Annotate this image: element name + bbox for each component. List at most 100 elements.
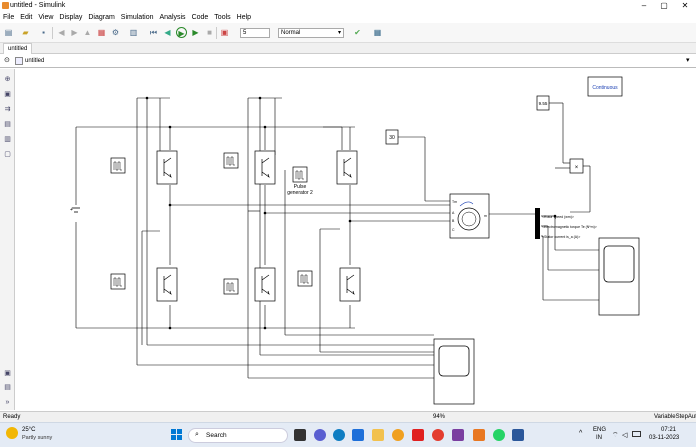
constant-9-55[interactable]: 9.55 [536, 95, 550, 111]
back-icon[interactable]: ◀ [56, 27, 67, 38]
breadcrumb[interactable]: untitled [15, 56, 44, 66]
chrome-icon[interactable] [432, 429, 444, 441]
port-m: m [484, 214, 487, 218]
taskbar-search-box[interactable]: ⌕ Search [188, 428, 288, 443]
menu-display[interactable]: Display [56, 12, 85, 23]
toolbar: ▤ ▰ ▪ ◀ ▶ ▲ ▦ ⚙ ▥ ⏮ ◀ ▶ ▶ ■ ▣ 5 Normal ▾ … [0, 23, 696, 43]
window-title: untitled - Simulink [10, 2, 66, 9]
data-inspector-icon[interactable]: ▣ [219, 27, 230, 38]
left-palette: ⊕ ▣ ⇉ ▤ ▥ ▢ ▣ ▤ » [0, 69, 15, 410]
scope-motor[interactable] [598, 237, 640, 316]
model-canvas[interactable]: + Pulse generator 2 Continuous 9.55 30 ×… [16, 69, 696, 410]
stop-time-input[interactable]: 5 [240, 28, 270, 38]
igbt-switch-3[interactable] [336, 150, 358, 185]
simulink-app-icon [2, 2, 9, 9]
pulse-generator-6[interactable] [297, 270, 313, 287]
pulse-generator-2[interactable] [223, 152, 239, 169]
taskbar: 25°C Partly sunny ⌕ Search ^ ENG IN ⌔ ◁ … [0, 422, 696, 447]
up-icon[interactable]: ▲ [82, 27, 93, 38]
library-browser-icon[interactable]: ▦ [96, 27, 107, 38]
igbt-switch-2[interactable] [254, 150, 276, 185]
explorer-bar-icon[interactable]: ▤ [3, 383, 12, 392]
store-icon[interactable] [352, 429, 364, 441]
language-bottom[interactable]: IN [596, 435, 602, 441]
maximize-button[interactable]: ▢ [654, 0, 674, 12]
youtube-icon[interactable] [412, 429, 424, 441]
weather-icon[interactable] [6, 427, 18, 439]
pulse-generator-1[interactable] [110, 157, 126, 174]
menu-edit[interactable]: Edit [17, 12, 35, 23]
constant-30[interactable]: 30 [385, 129, 399, 145]
menu-view[interactable]: View [35, 12, 56, 23]
start-icon[interactable] [171, 429, 183, 441]
fit-view-icon[interactable]: ▣ [3, 90, 12, 99]
onenote-icon[interactable] [452, 429, 464, 441]
volume-icon[interactable]: ◁ [622, 431, 627, 439]
clock-date[interactable]: 03-11-2023 [649, 435, 679, 441]
hide-browser-icon[interactable]: ⊙ [4, 56, 10, 64]
stop-icon[interactable]: ■ [204, 27, 215, 38]
menu-code[interactable]: Code [189, 12, 212, 23]
step-back2-icon[interactable]: ◀ [162, 27, 173, 38]
simulation-mode-value: Normal [281, 30, 301, 36]
save-icon[interactable]: ▪ [38, 27, 49, 38]
model-advisor-icon[interactable]: ✔ [352, 27, 363, 38]
menu-file[interactable]: File [0, 12, 17, 23]
menu-analysis[interactable]: Analysis [156, 12, 188, 23]
igbt-switch-4[interactable] [156, 267, 178, 302]
chevron-up-icon[interactable]: ^ [579, 430, 582, 437]
svg-text:+: + [70, 207, 73, 213]
close-button[interactable]: ✕ [675, 0, 695, 12]
screenshot-icon[interactable]: ▣ [3, 369, 12, 378]
open-folder-icon[interactable]: ▰ [20, 27, 31, 38]
task-view-icon[interactable] [294, 429, 306, 441]
dc-voltage-source[interactable]: + [70, 207, 80, 213]
minimize-button[interactable]: – [634, 0, 654, 12]
annotation-icon[interactable]: ▤ [3, 120, 12, 129]
file-explorer-icon[interactable] [372, 429, 384, 441]
menu-tools[interactable]: Tools [211, 12, 233, 23]
area-icon[interactable]: ▢ [3, 150, 12, 159]
zoom-icon[interactable]: ⊕ [3, 75, 12, 84]
model-settings-icon[interactable]: ⚙ [110, 27, 121, 38]
igbt-switch-1[interactable] [156, 150, 178, 185]
chevron-down-icon[interactable]: ▾ [686, 56, 690, 64]
model-explorer-icon[interactable]: ▥ [128, 27, 139, 38]
edge-icon[interactable] [333, 429, 345, 441]
pulse-generator-3[interactable] [292, 166, 308, 183]
weather-temp: 25°C [22, 427, 36, 433]
powergui-block[interactable]: Continuous [587, 76, 623, 97]
step-back-icon[interactable]: ⏮ [148, 27, 159, 38]
wifi-icon[interactable]: ⌔ [612, 431, 619, 440]
igbt-switch-5[interactable] [254, 267, 276, 302]
whatsapp-icon[interactable] [493, 429, 505, 441]
arrow-icon[interactable]: ⇉ [3, 105, 12, 114]
step-forward-icon[interactable]: ▶ [190, 27, 201, 38]
pulse-generator-4[interactable] [110, 273, 126, 290]
new-model-icon[interactable]: ▤ [3, 27, 14, 38]
pulse-generator-5[interactable] [223, 278, 239, 295]
language-top[interactable]: ENG [593, 427, 606, 433]
expand-icon[interactable]: » [3, 398, 12, 407]
bus-selector[interactable]: <Rotor speed (wm)> <Electromagnetic torq… [535, 208, 597, 239]
simulation-mode-select[interactable]: Normal ▾ [278, 28, 344, 38]
battery-icon[interactable] [632, 431, 641, 437]
igbt-switch-6[interactable] [339, 267, 361, 302]
word-icon[interactable] [512, 429, 524, 441]
menu-help[interactable]: Help [234, 12, 254, 23]
grid-icon[interactable]: ▦ [372, 27, 383, 38]
run-icon[interactable]: ▶ [176, 27, 187, 38]
clock-time[interactable]: 07:21 [661, 427, 676, 433]
weather-desc: Partly sunny [22, 435, 53, 441]
image-icon[interactable]: ▥ [3, 135, 12, 144]
matlab-icon[interactable] [473, 429, 485, 441]
teams-icon[interactable] [314, 429, 326, 441]
asynchronous-machine[interactable]: Tm A B C m [449, 193, 490, 239]
forward-icon[interactable]: ▶ [69, 27, 80, 38]
tab-untitled[interactable]: untitled [3, 43, 33, 54]
menu-diagram[interactable]: Diagram [85, 12, 117, 23]
product-block[interactable]: × [569, 158, 584, 174]
menu-simulation[interactable]: Simulation [118, 12, 157, 23]
app-icon[interactable] [392, 429, 404, 441]
scope-gates[interactable] [433, 338, 475, 405]
